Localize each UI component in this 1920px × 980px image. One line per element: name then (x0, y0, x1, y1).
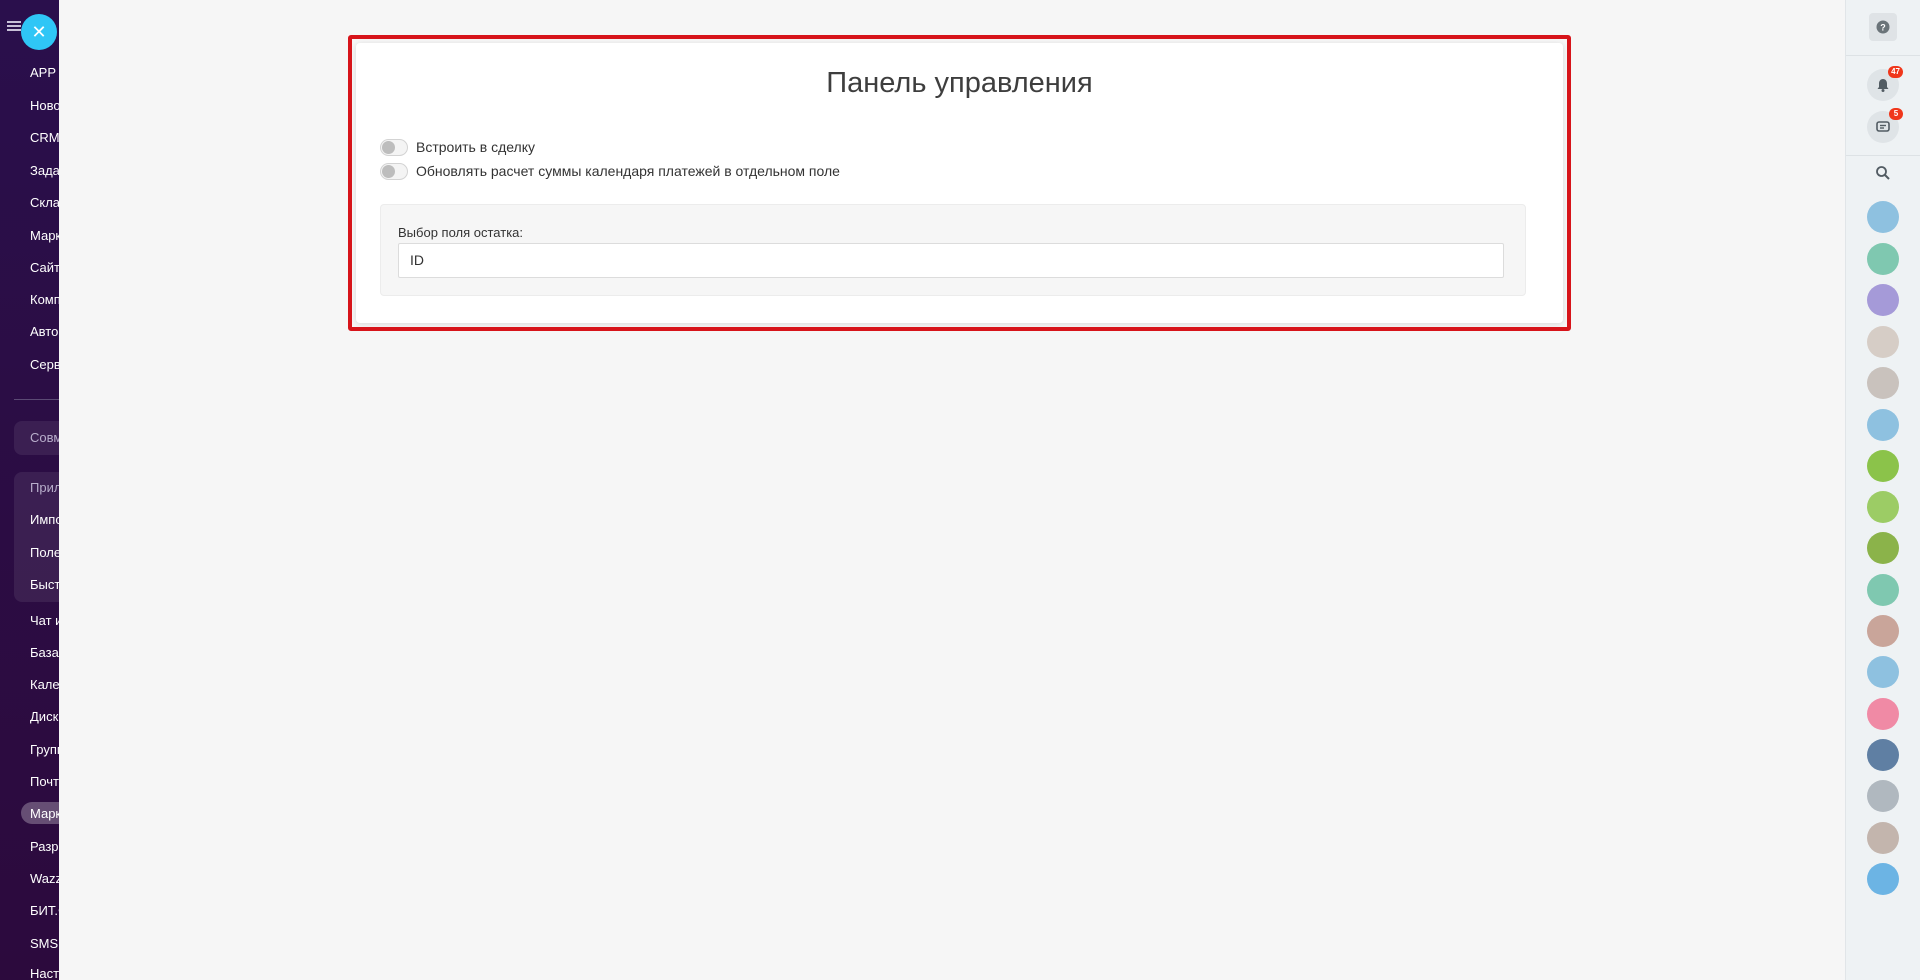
contact-person-4[interactable] (1867, 656, 1899, 688)
sidebar-item-bitfinance[interactable]: БИТ.Финансы (30, 903, 59, 918)
sidebar-item-dev[interactable]: Разработчикам (30, 839, 59, 854)
sidebar-item-collab[interactable]: Совместная работа (30, 430, 59, 445)
group-avatar-icon (1867, 284, 1899, 316)
person-avatar-icon (1867, 698, 1899, 730)
group-avatar-icon (1867, 739, 1899, 771)
person-avatar-icon (1867, 615, 1899, 647)
sidebar-item-chat[interactable]: Чат и звонки (30, 613, 59, 628)
contact-group-3[interactable] (1867, 450, 1899, 482)
help-icon: ? (1876, 20, 1890, 34)
sidebar-item-sms[interactable]: SMS.ru (30, 936, 59, 951)
person-avatar-icon (1867, 367, 1899, 399)
contact-card-icon (1867, 243, 1899, 275)
group-avatar-icon (1867, 201, 1899, 233)
sidebar-item-marketing[interactable]: Маркетинг (30, 228, 59, 243)
contact-group-6[interactable] (1867, 739, 1899, 771)
sidebar-item-wazzup[interactable]: Wazzup (30, 871, 59, 886)
contact-group-4[interactable] (1867, 491, 1899, 523)
person-avatar-icon (1867, 822, 1899, 854)
group-avatar-icon (1867, 491, 1899, 523)
sidebar-item-kb[interactable]: База знаний (30, 645, 59, 660)
contact-card-1[interactable] (1867, 243, 1899, 275)
contact-group-2[interactable] (1867, 284, 1899, 316)
sidebar-item-import[interactable]: Импорт (30, 512, 59, 527)
close-icon: ✕ (31, 22, 47, 42)
svg-text:?: ? (1880, 23, 1886, 33)
sidebar-item-quickstart[interactable]: Быстрый старт (30, 577, 59, 592)
contact-group-1[interactable] (1867, 201, 1899, 233)
help-button[interactable]: ? (1869, 13, 1897, 41)
sidebar-item-mail[interactable]: Почта (30, 774, 59, 789)
bell-icon (1877, 79, 1889, 92)
contact-app-1[interactable] (1867, 863, 1899, 895)
contact-card-3[interactable] (1867, 574, 1899, 606)
sidebar-item-apps[interactable]: Приложения (30, 480, 59, 495)
search-icon (1876, 166, 1890, 180)
close-slider-button[interactable]: ✕ (21, 14, 57, 50)
sidebar-item-news[interactable]: Новости (30, 98, 59, 113)
sidebar-item-calendar[interactable]: Календарь (30, 677, 59, 692)
sidebar-item-disk[interactable]: Диск (30, 709, 58, 724)
contact-card-icon (1867, 409, 1899, 441)
sidebar-item-warehouse[interactable]: Склад (30, 195, 59, 210)
search-button[interactable] (1867, 157, 1899, 189)
sidebar-divider (14, 399, 59, 400)
right-sidebar: ? 47 5 (1845, 0, 1920, 980)
chat-button[interactable]: 5 (1867, 108, 1903, 143)
highlight-frame (348, 35, 1571, 331)
notifications-badge: 47 (1888, 66, 1903, 78)
contact-person-7[interactable] (1867, 822, 1899, 854)
contact-person-6[interactable] (1867, 780, 1899, 812)
contact-group-5[interactable] (1867, 532, 1899, 564)
sidebar-item-groups[interactable]: Группы (30, 742, 59, 757)
contact-card-icon (1867, 574, 1899, 606)
sidebar-item-tasks[interactable]: Задачи (30, 163, 59, 178)
person-avatar-icon (1867, 656, 1899, 688)
person-avatar-icon (1867, 326, 1899, 358)
notifications-button[interactable]: 47 (1867, 66, 1903, 101)
sidebar-item-app[interactable]: APP (30, 65, 56, 80)
sidebar-item-services[interactable]: Сервисы (30, 357, 59, 372)
contact-person-1[interactable] (1867, 326, 1899, 358)
sidebar-item-useful[interactable]: Полезное (30, 545, 59, 560)
group-avatar-icon (1867, 450, 1899, 482)
contact-card-2[interactable] (1867, 409, 1899, 441)
sidebar-item-settings[interactable]: Настройки (30, 966, 59, 980)
menu-burger-icon[interactable] (7, 21, 21, 32)
left-sidebar: APP Новости CRM Задачи Склад Маркетинг С… (0, 0, 59, 980)
person-avatar-icon (1867, 780, 1899, 812)
app-avatar-icon (1867, 863, 1899, 895)
group-avatar-icon (1867, 532, 1899, 564)
contact-person-2[interactable] (1867, 367, 1899, 399)
sidebar-item-market[interactable]: Маркет (30, 806, 59, 821)
contact-person-3[interactable] (1867, 615, 1899, 647)
chat-icon (1876, 121, 1890, 132)
chat-badge: 5 (1889, 108, 1903, 120)
sidebar-item-company[interactable]: Компания (30, 292, 59, 307)
main-content: Панель управления Встроить в сделку Обно… (59, 0, 1845, 980)
sidebar-item-automation[interactable]: Автоматизация (30, 324, 59, 339)
contact-person-5[interactable] (1867, 698, 1899, 730)
sidebar-item-sites[interactable]: Сайты (30, 260, 59, 275)
sidebar-item-crm[interactable]: CRM (30, 130, 59, 145)
